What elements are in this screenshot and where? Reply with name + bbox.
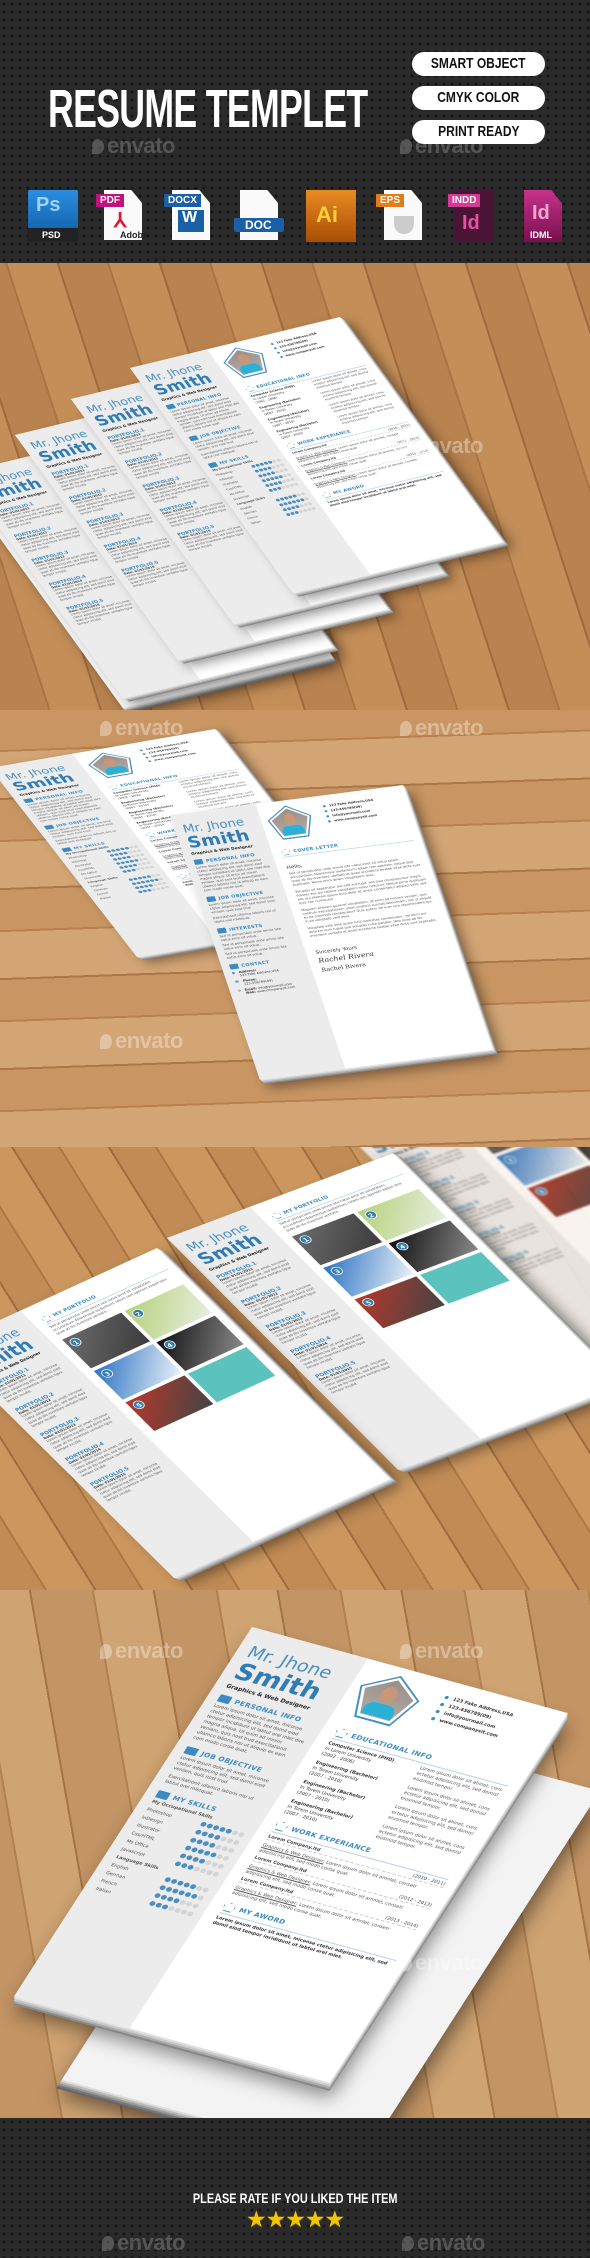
badge-print-ready: PRINT READY <box>412 120 545 144</box>
portfolio-icon <box>270 1211 284 1220</box>
indesign-icon: INDD Id <box>448 190 498 242</box>
star-icon[interactable]: ★ <box>324 2207 345 2233</box>
star-icon[interactable]: ★ <box>305 2207 326 2233</box>
envato-watermark: envato <box>402 2230 485 2256</box>
skill-dot <box>136 849 142 853</box>
skill-dot <box>222 1855 231 1862</box>
photoshop-icon: Ps PSD <box>28 190 78 242</box>
badge-cmyk-color: CMYK COLOR <box>412 86 545 110</box>
mockup-resume-closeup: Mr. Jhone Smith Graphics & Web Designer … <box>0 1590 590 2118</box>
target-icon <box>183 1746 200 1757</box>
envato-watermark: envato <box>400 1638 483 1664</box>
envato-watermark: envato <box>400 1950 483 1976</box>
skill-dot <box>139 853 145 857</box>
award-icon <box>177 873 189 879</box>
skill-dot <box>310 506 317 511</box>
skill-dot <box>191 1902 200 1909</box>
contact-block: 123 Fake Address,USA 123-456789(09) info… <box>139 741 199 764</box>
skills-icon <box>154 1790 171 1801</box>
skill-dot <box>232 1839 241 1846</box>
star-icon[interactable]: ★ <box>266 2207 287 2233</box>
envato-watermark: envato <box>400 1332 483 1358</box>
briefcase-icon <box>145 832 157 838</box>
rate-prompt: PLEASE RATE IF YOU LIKED THE ITEM <box>192 2190 398 2206</box>
skill-dot <box>158 877 164 881</box>
skill-dot <box>227 1847 236 1854</box>
contact-block: 123 Fake Address,USA 123-456789(09) info… <box>428 1694 514 1741</box>
page-title: RESUME TEMPLET <box>48 79 368 139</box>
pdf-icon: PDF ⅄ Adobe <box>96 190 148 242</box>
skill-dot <box>282 468 289 472</box>
skills-icon <box>207 461 219 469</box>
skill-dot <box>289 477 296 482</box>
star-icon[interactable]: ★ <box>246 2207 267 2233</box>
award-icon <box>221 1901 238 1913</box>
target-icon <box>206 896 217 903</box>
eps-icon: EPS <box>376 190 426 242</box>
location-pin-icon: ● <box>231 971 236 976</box>
award-icon <box>321 491 333 498</box>
graduation-cap-icon <box>107 784 119 790</box>
skill-dot <box>237 1831 246 1838</box>
star-icon[interactable]: ★ <box>285 2207 306 2233</box>
skill-dot <box>145 861 152 865</box>
skill-dot <box>148 865 155 869</box>
header-banner: envato envato RESUME TEMPLET SMART OBJEC… <box>0 0 590 263</box>
interests-icon <box>216 927 227 934</box>
skill-dot <box>155 873 161 877</box>
skill-dot <box>211 1871 220 1878</box>
graduation-cap-icon <box>333 1727 350 1739</box>
mockup-cover-letter: Mr. Jhone Smith Graphics & Web Designer … <box>0 710 590 1147</box>
profile-photo <box>218 344 273 379</box>
illustrator-icon: Ai <box>306 190 356 242</box>
skill-dot <box>164 885 171 889</box>
phone-icon: ☎ <box>234 980 240 985</box>
id-card-icon <box>193 858 204 866</box>
mockup-portfolio: Mr. Jhone Smith Graphics & Web Designer … <box>0 1147 590 1590</box>
skill-dot <box>186 1910 195 1917</box>
skill-dot <box>303 496 310 501</box>
envato-watermark: envato <box>400 1028 483 1054</box>
skill-dot <box>275 458 282 462</box>
skill-dot <box>216 1863 226 1870</box>
skill-dot <box>201 1887 210 1893</box>
graduation-cap-icon <box>244 385 256 392</box>
envato-watermark: envato <box>400 433 483 459</box>
id-card-icon <box>216 1694 233 1705</box>
portfolio-icon <box>40 1314 53 1323</box>
id-card-icon <box>165 403 177 410</box>
mockup-resume-stack: Mr. Jhone Smith Graphics & Web Designer … <box>0 263 590 710</box>
skill-dot <box>286 472 292 477</box>
briefcase-icon <box>273 1820 290 1832</box>
target-icon <box>188 435 200 442</box>
idml-icon: Id IDML <box>520 190 570 242</box>
doc-icon: DOC <box>234 190 284 242</box>
envato-watermark: envato <box>102 2230 185 2256</box>
contact-block: 123 Fake Address,USA 123-456789(09) info… <box>270 332 328 360</box>
envato-watermark: envato <box>100 1638 183 1664</box>
globe-icon: ◍ <box>237 989 242 993</box>
rating-stars[interactable]: ★★★★★ <box>0 2207 590 2233</box>
envato-watermark: envato <box>100 715 183 741</box>
envato-watermark: envato <box>100 1028 183 1054</box>
cover-letter-icon <box>281 848 292 855</box>
contact-icon <box>228 963 240 970</box>
skill-dot <box>196 1895 205 1901</box>
skill-dot <box>300 492 306 496</box>
badge-smart-object: SMART OBJECT <box>412 52 545 76</box>
footer-banner: PLEASE RATE IF YOU LIKED THE ITEM ★★★★★ … <box>0 2118 590 2258</box>
envato-watermark: envato <box>400 715 483 741</box>
skill-dot <box>142 857 149 861</box>
docx-icon: DOCX W <box>164 190 214 242</box>
skill-dot <box>133 845 139 849</box>
skill-dot <box>161 881 167 885</box>
briefcase-icon <box>285 442 297 449</box>
